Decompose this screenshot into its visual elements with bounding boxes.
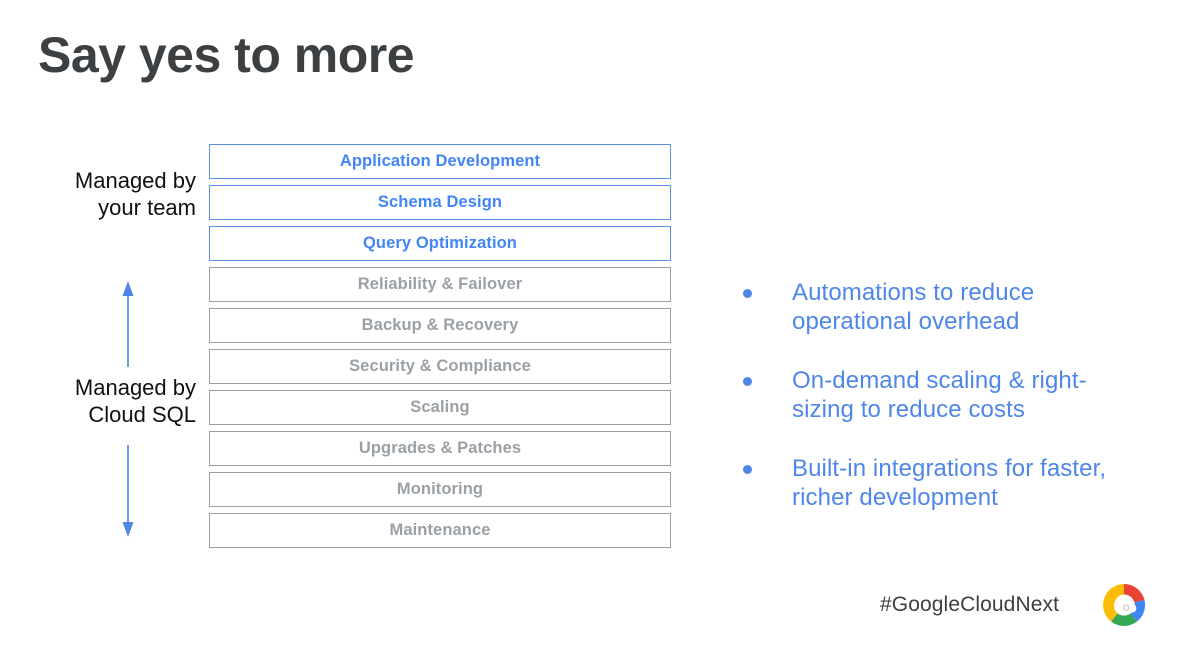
footer: #GoogleCloudNext — [880, 583, 1151, 627]
stack-row-label: Application Development — [339, 152, 541, 170]
bullet-dot-icon — [743, 465, 752, 475]
managed-by-team-label: Managed by your team — [74, 168, 196, 220]
stack-row-label: Scaling — [410, 398, 470, 416]
list-item: Built-in integrations for faster, richer… — [739, 454, 1139, 512]
benefits-list: Automations to reduce operational overhe… — [739, 278, 1139, 512]
bullet-dot-icon — [743, 289, 752, 298]
event-hashtag: #GoogleCloudNext — [880, 593, 1060, 616]
stack-row: Maintenance — [209, 513, 671, 548]
list-item-label: Built-in integrations for faster, richer… — [792, 455, 1107, 512]
stack-row: Security & Compliance — [209, 349, 671, 384]
list-item-label: On-demand scaling & right-sizing to redu… — [792, 367, 1087, 424]
stack-row-label: Monitoring — [396, 480, 484, 498]
stack-row-label: Reliability & Failover — [357, 275, 523, 293]
stack-row-label: Schema Design — [377, 193, 503, 211]
page-title: Say yes to more — [38, 27, 415, 83]
stack-row-label: Backup & Recovery — [361, 316, 519, 334]
stack-row-label: Security & Compliance — [349, 357, 531, 375]
list-item-label: Automations to reduce operational overhe… — [792, 279, 1035, 336]
stack-row: Upgrades & Patches — [209, 431, 671, 466]
stack-row: Schema Design — [209, 185, 671, 220]
arrow-up-icon — [113, 281, 143, 367]
stack-row-label: Query Optimization — [363, 234, 517, 252]
stack-row: Query Optimization — [209, 226, 671, 261]
stack-row: Reliability & Failover — [209, 267, 671, 302]
responsibility-stack: Application Development Schema Design Qu… — [209, 144, 671, 548]
stack-row: Monitoring — [209, 472, 671, 507]
bullet-dot-icon — [743, 377, 752, 387]
arrow-down-icon — [113, 445, 143, 537]
stack-row: Application Development — [209, 144, 671, 179]
list-item: On-demand scaling & right-sizing to redu… — [739, 366, 1139, 424]
managed-by-cloudsql-label: Managed by Cloud SQL — [74, 375, 196, 427]
list-item: Automations to reduce operational overhe… — [739, 278, 1139, 336]
stack-row-label: Maintenance — [389, 521, 491, 539]
google-cloud-logo-icon — [1097, 583, 1151, 627]
stack-row: Backup & Recovery — [209, 308, 671, 343]
stack-row-label: Upgrades & Patches — [358, 439, 522, 457]
stack-row: Scaling — [209, 390, 671, 425]
